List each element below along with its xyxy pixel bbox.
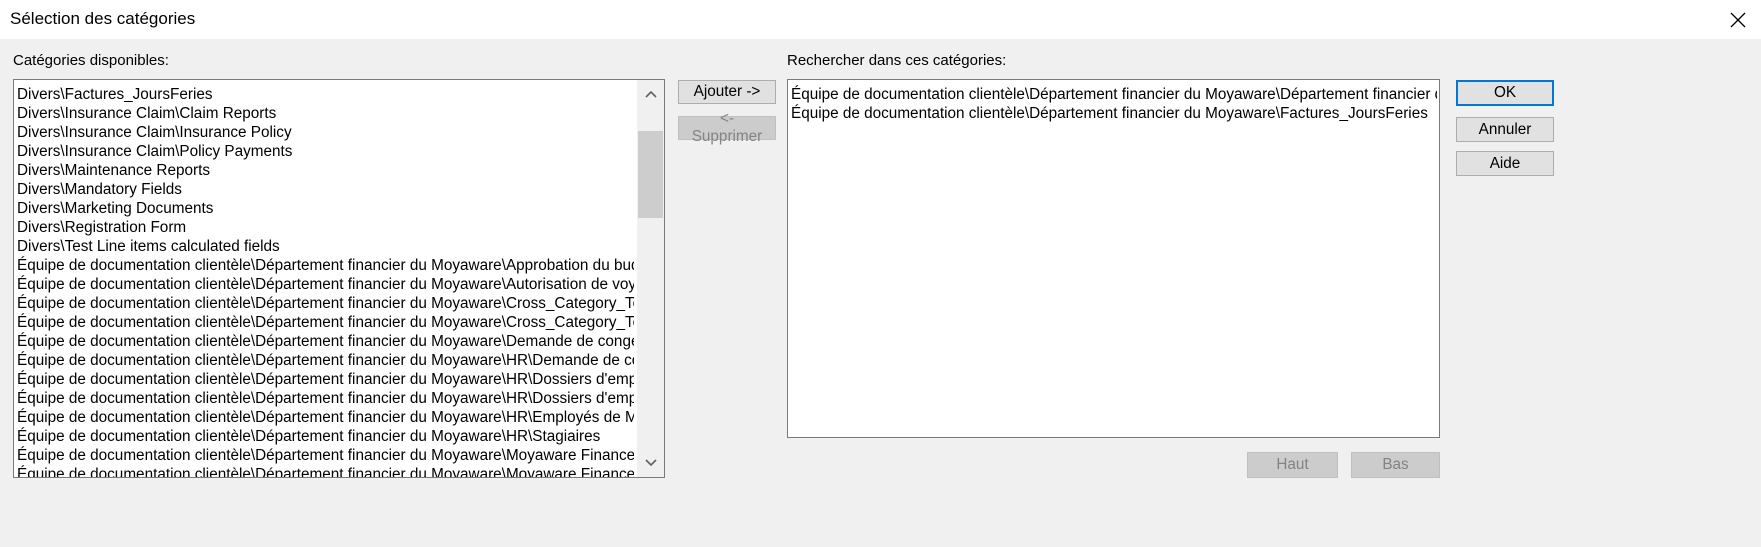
list-item[interactable]: Équipe de documentation clientèle\Départ… (17, 332, 634, 351)
list-item[interactable]: Équipe de documentation clientèle\Départ… (17, 275, 634, 294)
list-item[interactable]: Équipe de documentation clientèle\Départ… (17, 351, 634, 370)
help-button[interactable]: Aide (1456, 151, 1554, 176)
list-item[interactable]: Divers\Factures_JoursFeries (17, 85, 634, 104)
list-item[interactable]: Équipe de documentation clientèle\Départ… (17, 408, 634, 427)
title-bar: Sélection des catégories (0, 0, 1761, 39)
available-categories-label: Catégories disponibles: (13, 52, 169, 69)
list-item[interactable]: Divers\Registration Form (17, 218, 634, 237)
list-item[interactable]: Équipe de documentation clientèle\Départ… (17, 370, 634, 389)
list-item[interactable]: Équipe de documentation clientèle\Départ… (17, 427, 634, 446)
list-scrollbar[interactable] (637, 80, 664, 477)
list-item[interactable]: Divers\Insurance Claim\Insurance Policy (17, 123, 634, 142)
remove-button[interactable]: <- Supprimer (678, 110, 776, 145)
cancel-button[interactable]: Annuler (1456, 117, 1554, 142)
list-item[interactable]: Équipe de documentation clientèle\Départ… (791, 104, 1437, 123)
available-categories-list[interactable]: Divers\Factures_JoursFeries Divers\Insura… (13, 79, 665, 478)
window-title: Sélection des catégories (10, 9, 196, 28)
search-categories-label: Rechercher dans ces catégories: (787, 52, 1007, 69)
list-item[interactable]: Équipe de documentation clientèle\Départ… (791, 85, 1437, 104)
close-icon[interactable] (1715, 0, 1761, 39)
list-item[interactable]: Divers\Insurance Claim\Policy Payments (17, 142, 634, 161)
list-item[interactable]: Divers\Maintenance Reports (17, 161, 634, 180)
search-categories-items: Équipe de documentation clientèle\Départ… (791, 85, 1437, 123)
move-down-button[interactable]: Bas (1351, 452, 1440, 478)
search-categories-list[interactable]: Équipe de documentation clientèle\Départ… (787, 79, 1440, 438)
add-button[interactable]: Ajouter -> (678, 80, 776, 104)
move-up-button[interactable]: Haut (1247, 452, 1338, 478)
scroll-down-arrow-icon[interactable] (637, 451, 664, 475)
list-item[interactable]: Divers\Insurance Claim\Claim Reports (17, 104, 634, 123)
list-item[interactable]: Équipe de documentation clientèle\Départ… (17, 389, 634, 408)
list-item[interactable]: Équipe de documentation clientèle\Départ… (17, 465, 634, 477)
available-categories-items: Divers\Factures_JoursFeries Divers\Insura… (17, 85, 634, 477)
scroll-up-arrow-icon[interactable] (637, 82, 664, 106)
list-item[interactable]: Divers\Mandatory Fields (17, 180, 634, 199)
list-item[interactable]: Divers\Test Line items calculated fields (17, 237, 634, 256)
scrollbar-thumb[interactable] (638, 131, 663, 218)
ok-button[interactable]: OK (1456, 80, 1554, 106)
list-item[interactable]: Équipe de documentation clientèle\Départ… (17, 446, 634, 465)
list-item[interactable]: Équipe de documentation clientèle\Départ… (17, 313, 634, 332)
list-item[interactable]: Équipe de documentation clientèle\Départ… (17, 256, 634, 275)
list-item[interactable]: Divers\Marketing Documents (17, 199, 634, 218)
list-item[interactable]: Équipe de documentation clientèle\Départ… (17, 294, 634, 313)
